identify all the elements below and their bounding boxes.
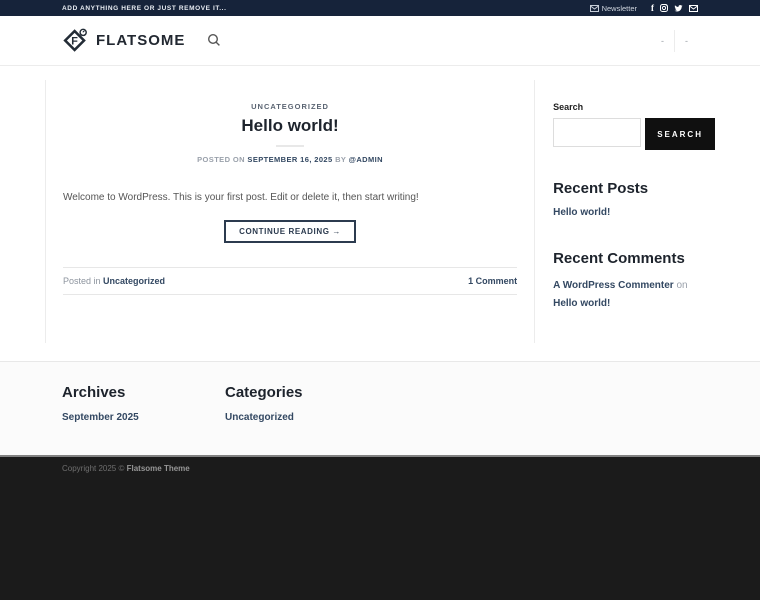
archives-widget: Archives September 2025 bbox=[45, 384, 208, 425]
search-widget-title: Search bbox=[553, 102, 715, 112]
archive-link[interactable]: September 2025 bbox=[62, 412, 139, 423]
blog-post: UNCATEGORIZED Hello world! POSTED ON SEP… bbox=[45, 80, 534, 343]
comment-connector: on bbox=[676, 280, 687, 291]
by-label: BY bbox=[335, 155, 346, 164]
envelope-icon bbox=[590, 5, 599, 12]
copyright-brand: Flatsome Theme bbox=[127, 464, 190, 473]
site-title: FLATSOME bbox=[96, 32, 185, 49]
search-input[interactable] bbox=[553, 118, 641, 147]
comment-count-link[interactable]: 1 Comment bbox=[468, 276, 517, 286]
search-submit-button[interactable]: SEARCH bbox=[645, 118, 715, 150]
categories-widget: Categories Uncategorized bbox=[208, 384, 371, 425]
comment-post-link[interactable]: Hello world! bbox=[553, 298, 610, 309]
sidebar: Search SEARCH Recent Posts Hello world! … bbox=[534, 80, 715, 343]
comment-author-link[interactable]: A WordPress Commenter bbox=[553, 280, 674, 291]
header-search-button[interactable] bbox=[207, 32, 221, 50]
top-bar: ADD ANYTHING HERE OR JUST REMOVE IT... N… bbox=[0, 0, 760, 16]
recent-posts-title: Recent Posts bbox=[553, 180, 715, 197]
search-icon bbox=[207, 32, 221, 50]
post-title: Hello world! bbox=[63, 116, 517, 136]
post-excerpt: Welcome to WordPress. This is your first… bbox=[63, 190, 517, 205]
email-icon[interactable] bbox=[689, 5, 698, 12]
flatsome-diamond-logo-icon: F bbox=[62, 27, 89, 54]
newsletter-link[interactable]: Newsletter bbox=[590, 4, 637, 13]
post-footer: Posted in Uncategorized 1 Comment bbox=[63, 268, 517, 295]
recent-comment-item: A WordPress Commenter on Hello world! bbox=[553, 277, 715, 313]
copyright-text: Copyright 2025 © Flatsome Theme bbox=[45, 464, 715, 473]
header-menu-item-1[interactable]: - bbox=[651, 36, 674, 46]
recent-post-link[interactable]: Hello world! bbox=[553, 207, 610, 218]
posted-in-label: Posted in bbox=[63, 276, 101, 286]
posted-in-category-link[interactable]: Uncategorized bbox=[103, 276, 165, 286]
recent-comments-title: Recent Comments bbox=[553, 250, 715, 267]
header-menu-item-2[interactable]: - bbox=[675, 36, 698, 46]
post-category-link[interactable]: UNCATEGORIZED bbox=[63, 102, 517, 111]
site-header: F FLATSOME - - bbox=[0, 16, 760, 66]
twitter-icon[interactable] bbox=[674, 4, 683, 12]
svg-text:F: F bbox=[71, 36, 78, 48]
archives-title: Archives bbox=[62, 384, 191, 401]
newsletter-label: Newsletter bbox=[602, 4, 637, 13]
instagram-icon[interactable] bbox=[660, 4, 668, 12]
absolute-footer: Copyright 2025 © Flatsome Theme bbox=[0, 455, 760, 483]
facebook-icon[interactable]: f bbox=[651, 4, 654, 13]
posted-on-label: POSTED ON bbox=[197, 155, 245, 164]
announcement-text: ADD ANYTHING HERE OR JUST REMOVE IT... bbox=[62, 5, 227, 12]
post-meta: POSTED ON SEPTEMBER 16, 2025 BY @ADMIN bbox=[63, 155, 517, 164]
copyright-prefix: Copyright 2025 © bbox=[62, 464, 127, 473]
footer-widgets: Archives September 2025 Categories Uncat… bbox=[0, 361, 760, 455]
category-link[interactable]: Uncategorized bbox=[225, 412, 294, 423]
categories-title: Categories bbox=[225, 384, 354, 401]
continue-reading-button[interactable]: CONTINUE READING → bbox=[224, 220, 356, 243]
site-logo[interactable]: F FLATSOME bbox=[62, 27, 185, 54]
title-divider bbox=[276, 145, 304, 147]
main-content: UNCATEGORIZED Hello world! POSTED ON SEP… bbox=[0, 66, 760, 361]
post-author-link[interactable]: @ADMIN bbox=[349, 155, 383, 164]
post-date-link[interactable]: SEPTEMBER 16, 2025 bbox=[247, 155, 332, 164]
